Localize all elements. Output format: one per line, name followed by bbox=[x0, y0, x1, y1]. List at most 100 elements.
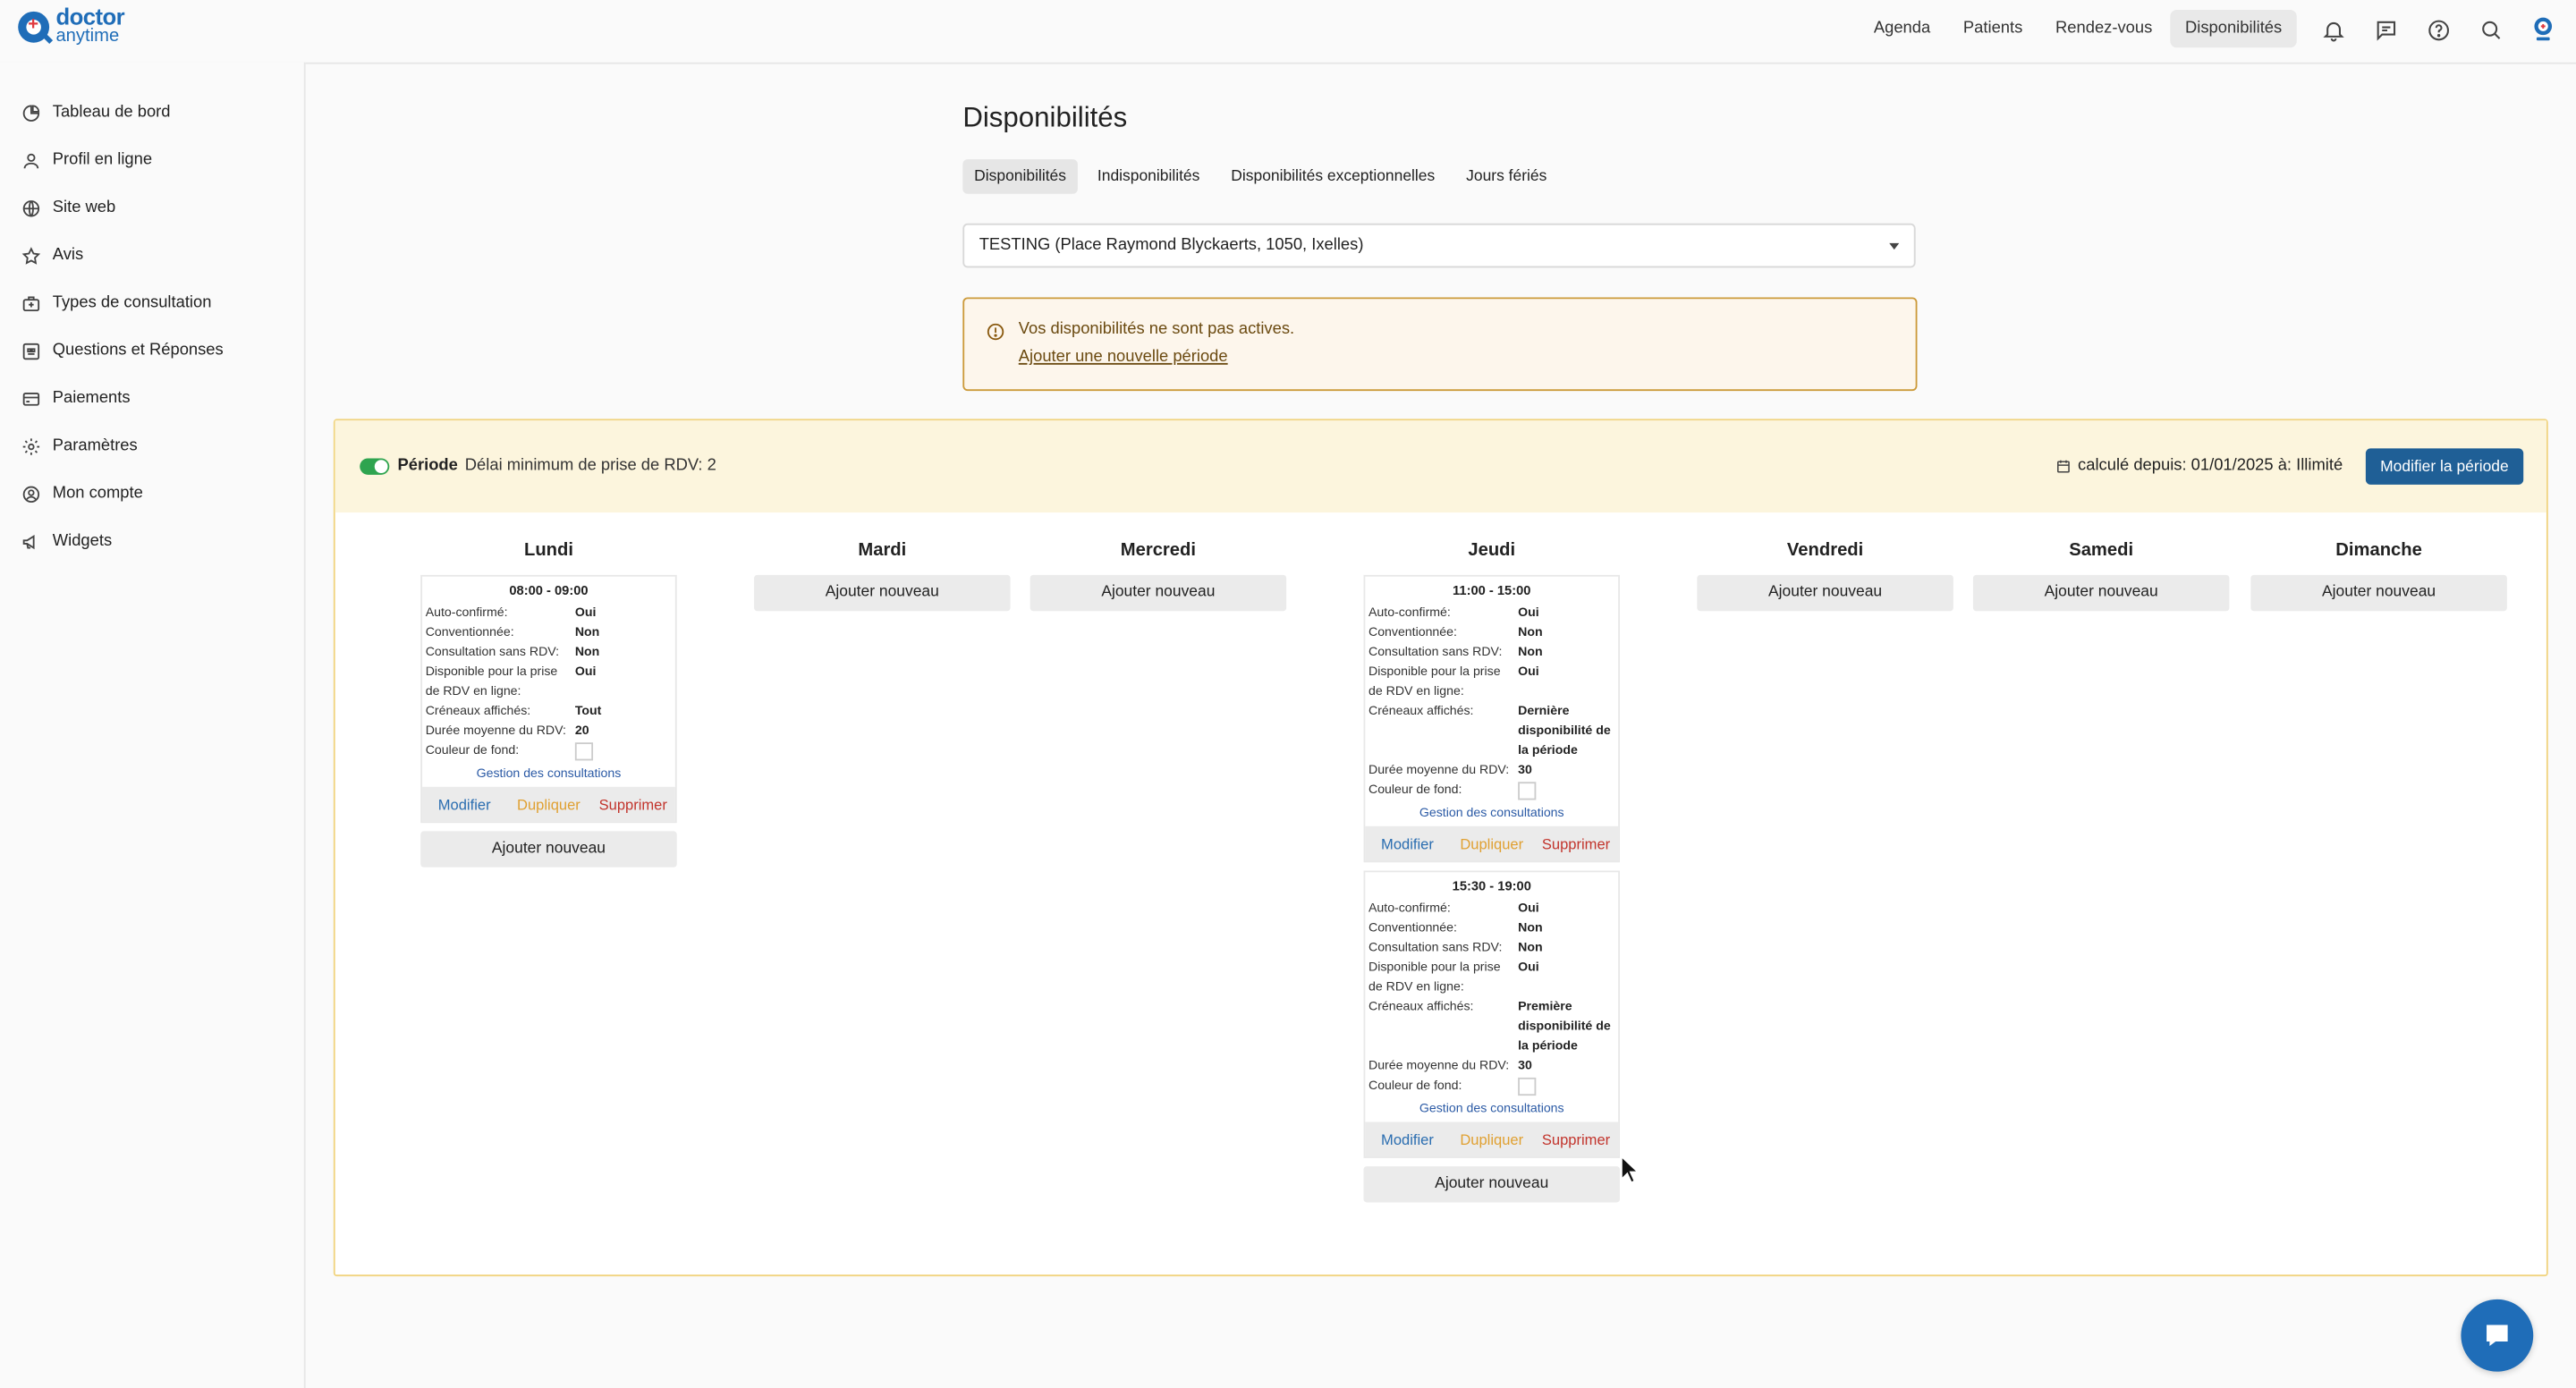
add-slot-button[interactable]: Ajouter nouveau bbox=[2250, 574, 2507, 612]
period-toggle[interactable] bbox=[360, 458, 390, 475]
slot-field-value: 30 bbox=[1518, 1057, 1532, 1073]
sidebar-item-paiements[interactable]: Paiements bbox=[0, 375, 304, 422]
slot-field-label: Conventionnée: bbox=[425, 623, 514, 639]
qa-icon bbox=[20, 340, 41, 361]
delete-slot-button[interactable]: Supprimer bbox=[1534, 1131, 1618, 1147]
medical-bag-icon bbox=[20, 292, 41, 314]
tab-jours-feries[interactable]: Jours fériés bbox=[1454, 159, 1558, 194]
edit-period-button[interactable]: Modifier la période bbox=[2365, 448, 2524, 485]
slot-field-value: Non bbox=[574, 643, 600, 659]
nav-icons bbox=[2317, 13, 2560, 47]
tab-disponibilites-exceptionnelles[interactable]: Disponibilités exceptionnelles bbox=[1219, 159, 1446, 194]
edit-slot-button[interactable]: Modifier bbox=[1365, 835, 1449, 851]
sidebar-item-mon-compte[interactable]: Mon compte bbox=[0, 470, 304, 517]
slot-field-label: Auto-confirmé: bbox=[1368, 604, 1451, 620]
nav-agenda[interactable]: Agenda bbox=[1859, 10, 1945, 47]
tab-indisponibilites[interactable]: Indisponibilités bbox=[1086, 159, 1211, 194]
nav-patients[interactable]: Patients bbox=[1948, 10, 2037, 47]
sidebar-item-label: Profil en ligne bbox=[52, 150, 153, 170]
location-select[interactable]: TESTING (Place Raymond Blyckaerts, 1050,… bbox=[962, 223, 1916, 268]
slot-field-value: 20 bbox=[574, 723, 589, 738]
main-nav: Agenda Patients Rendez-vous Disponibilit… bbox=[1856, 10, 2297, 48]
search-icon[interactable] bbox=[2474, 13, 2507, 47]
color-swatch bbox=[1518, 782, 1537, 800]
slot-actions: Modifier Dupliquer Supprimer bbox=[422, 786, 675, 822]
add-period-link[interactable]: Ajouter une nouvelle période bbox=[1019, 348, 1228, 366]
add-slot-button[interactable]: Ajouter nouveau bbox=[420, 831, 677, 868]
sidebar-item-parametres[interactable]: Paramètres bbox=[0, 422, 304, 470]
chevron-down-icon bbox=[1889, 242, 1900, 250]
sidebar-item-tableau-de-bord[interactable]: Tableau de bord bbox=[0, 89, 304, 136]
slot-field-label: Couleur de fond: bbox=[1368, 782, 1462, 797]
add-slot-button[interactable]: Ajouter nouveau bbox=[754, 574, 1011, 612]
slot-actions: Modifier Dupliquer Supprimer bbox=[1365, 825, 1619, 861]
add-slot-button[interactable]: Ajouter nouveau bbox=[1972, 574, 2230, 612]
sidebar-item-widgets[interactable]: Widgets bbox=[0, 518, 304, 565]
tabs: Disponibilités Indisponibilités Disponib… bbox=[962, 159, 1566, 194]
nav-rendez-vous[interactable]: Rendez-vous bbox=[2041, 10, 2167, 47]
slot-field-label: Consultation sans RDV: bbox=[1368, 939, 1503, 955]
sidebar-item-avis[interactable]: Avis bbox=[0, 232, 304, 279]
message-icon[interactable] bbox=[2369, 13, 2402, 47]
slot-field-value: Oui bbox=[1518, 604, 1539, 620]
day-column-jeudi: Jeudi 11:00 - 15:00 Auto-confirmé: Oui Co… bbox=[1363, 538, 1621, 1212]
user-icon bbox=[20, 149, 41, 171]
warning-icon bbox=[986, 320, 1005, 350]
slot-field-label: Durée moyenne du RDV: bbox=[425, 723, 566, 738]
sidebar-item-label: Types de consultation bbox=[52, 293, 212, 312]
slot-field-value: Tout bbox=[574, 703, 602, 718]
logo[interactable]: doctor anytime bbox=[18, 5, 125, 46]
chat-icon bbox=[2487, 1325, 2508, 1347]
logo-mark-icon bbox=[18, 11, 54, 45]
slot-field-value: Non bbox=[1518, 623, 1543, 639]
account-icon bbox=[20, 483, 41, 504]
day-column-dimanche: Dimanche Ajouter nouveau bbox=[2250, 538, 2507, 621]
day-name: Vendredi bbox=[1786, 540, 1864, 561]
nav-disponibilites[interactable]: Disponibilités bbox=[2170, 10, 2297, 48]
sidebar-item-questions[interactable]: Questions et Réponses bbox=[0, 327, 304, 375]
color-swatch bbox=[1518, 1077, 1537, 1096]
add-slot-button[interactable]: Ajouter nouveau bbox=[1363, 1166, 1621, 1203]
help-icon[interactable] bbox=[2421, 13, 2454, 47]
day-name: Lundi bbox=[523, 540, 573, 561]
tab-disponibilites[interactable]: Disponibilités bbox=[962, 159, 1078, 194]
add-slot-button[interactable]: Ajouter nouveau bbox=[1030, 574, 1287, 612]
edit-slot-button[interactable]: Modifier bbox=[1365, 1131, 1449, 1147]
duplicate-slot-button[interactable]: Dupliquer bbox=[506, 796, 590, 812]
slot-field-label: Consultation sans RDV: bbox=[1368, 643, 1503, 659]
avatar-icon[interactable] bbox=[2527, 13, 2560, 47]
sidebar-item-label: Avis bbox=[52, 246, 84, 265]
globe-icon bbox=[20, 197, 41, 218]
manage-consultations-link[interactable]: Gestion des consultations bbox=[422, 760, 675, 786]
delete-slot-button[interactable]: Supprimer bbox=[591, 796, 675, 812]
slot-field-label: Conventionnée: bbox=[1368, 919, 1457, 935]
sidebar: Tableau de bord Profil en ligne Site web… bbox=[0, 62, 306, 1388]
sidebar-item-profil[interactable]: Profil en ligne bbox=[0, 136, 304, 183]
slot-card: 08:00 - 09:00 Auto-confirmé: Oui Conventi… bbox=[420, 574, 677, 824]
sidebar-item-types-consultation[interactable]: Types de consultation bbox=[0, 279, 304, 326]
day-name: Mardi bbox=[858, 540, 907, 561]
slot-field-label: Couleur de fond: bbox=[1368, 1077, 1462, 1093]
day-column-mercredi: Mercredi Ajouter nouveau bbox=[1030, 538, 1287, 621]
gear-icon bbox=[20, 436, 41, 457]
day-name: Samedi bbox=[2069, 540, 2134, 561]
day-column-mardi: Mardi Ajouter nouveau bbox=[754, 538, 1011, 621]
mouse-cursor-icon bbox=[1620, 1154, 1640, 1192]
slot-field-value: Dernière disponibilité de la période bbox=[1518, 703, 1611, 757]
sidebar-item-site-web[interactable]: Site web bbox=[0, 184, 304, 232]
slot-field-value: Non bbox=[574, 623, 600, 639]
add-slot-button[interactable]: Ajouter nouveau bbox=[1697, 574, 1953, 612]
slot-field-value: Première disponibilité de la période bbox=[1518, 998, 1611, 1054]
manage-consultations-link[interactable]: Gestion des consultations bbox=[1365, 1096, 1618, 1121]
duplicate-slot-button[interactable]: Dupliquer bbox=[1450, 835, 1534, 851]
edit-slot-button[interactable]: Modifier bbox=[422, 796, 506, 812]
duplicate-slot-button[interactable]: Dupliquer bbox=[1450, 1131, 1534, 1147]
manage-consultations-link[interactable]: Gestion des consultations bbox=[1365, 800, 1618, 825]
sidebar-item-label: Questions et Réponses bbox=[52, 342, 224, 360]
slot-field-label: Durée moyenne du RDV: bbox=[1368, 762, 1510, 777]
slot-field-value: Oui bbox=[574, 664, 597, 679]
chat-button[interactable] bbox=[2461, 1299, 2534, 1372]
slot-field-label: Auto-confirmé: bbox=[1368, 900, 1451, 916]
delete-slot-button[interactable]: Supprimer bbox=[1534, 835, 1618, 851]
bell-icon[interactable] bbox=[2317, 13, 2350, 47]
